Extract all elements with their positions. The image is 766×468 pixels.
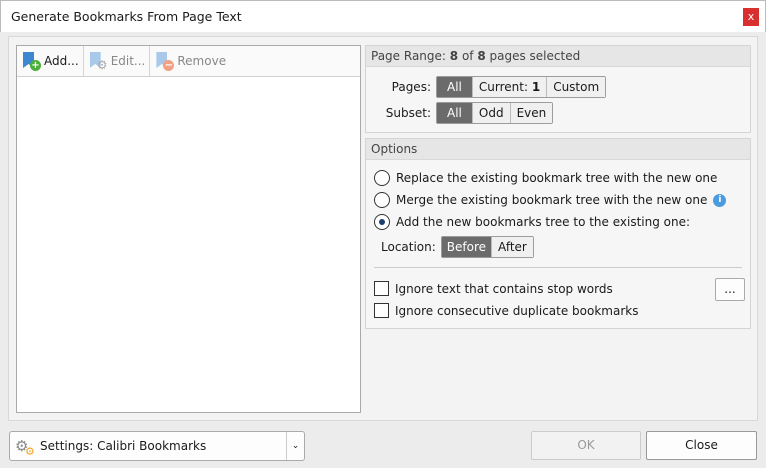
location-label: Location: bbox=[381, 240, 436, 254]
subset-label: Subset: bbox=[385, 106, 431, 120]
chevron-down-icon[interactable]: ⌄ bbox=[286, 432, 304, 460]
edit-button[interactable]: ⚙ Edit... bbox=[84, 46, 151, 76]
divider bbox=[374, 267, 742, 268]
options-group: Options Replace the existing bookmark tr… bbox=[365, 138, 751, 329]
subset-selector: All Odd Even bbox=[436, 102, 554, 124]
replace-radio[interactable]: Replace the existing bookmark tree with … bbox=[374, 170, 717, 186]
checkbox-icon[interactable] bbox=[374, 303, 389, 318]
subset-all[interactable]: All bbox=[437, 103, 473, 123]
page-range-group: Page Range: 8 of 8 pages selected Pages:… bbox=[365, 45, 751, 133]
edit-bookmark-icon: ⚙ bbox=[88, 50, 108, 72]
settings-label: Settings: Calibri Bookmarks bbox=[40, 439, 207, 453]
add-bookmark-icon: + bbox=[21, 50, 41, 72]
settings-dropdown[interactable]: ⚙ ⚙ Settings: Calibri Bookmarks ⌄ bbox=[9, 431, 305, 461]
remove-label: Remove bbox=[177, 54, 227, 68]
duplicates-checkbox[interactable]: Ignore consecutive duplicate bookmarks bbox=[374, 303, 638, 318]
radio-icon[interactable] bbox=[374, 192, 390, 208]
page-range-header: Page Range: 8 of 8 pages selected bbox=[366, 46, 750, 67]
add-label: Add... bbox=[44, 54, 79, 68]
location-before[interactable]: Before bbox=[441, 237, 493, 257]
radio-icon[interactable] bbox=[374, 214, 390, 230]
subset-odd[interactable]: Odd bbox=[472, 103, 511, 123]
options-header: Options bbox=[366, 139, 750, 160]
close-window-button[interactable]: x bbox=[743, 8, 759, 26]
add-button[interactable]: + Add... bbox=[17, 46, 84, 76]
merge-radio[interactable]: Merge the existing bookmark tree with th… bbox=[374, 192, 727, 208]
radio-icon[interactable] bbox=[374, 170, 390, 186]
pages-label: Pages: bbox=[391, 80, 431, 94]
subset-even[interactable]: Even bbox=[510, 103, 553, 123]
title-bar: Generate Bookmarks From Page Text x bbox=[0, 0, 766, 32]
location-after[interactable]: After bbox=[492, 237, 533, 257]
pages-custom[interactable]: Custom bbox=[547, 77, 606, 97]
ok-button[interactable]: OK bbox=[531, 431, 641, 460]
stop-words-button[interactable]: ... bbox=[715, 278, 745, 301]
remove-button[interactable]: − Remove bbox=[150, 46, 230, 76]
checkbox-icon[interactable] bbox=[374, 281, 389, 296]
window-title: Generate Bookmarks From Page Text bbox=[11, 9, 242, 24]
pages-all[interactable]: All bbox=[437, 77, 473, 97]
location-selector: Before After bbox=[440, 236, 534, 258]
info-icon[interactable]: i bbox=[713, 193, 727, 207]
pages-selector: All Current: 1 Custom bbox=[436, 76, 607, 98]
stop-words-checkbox[interactable]: Ignore text that contains stop words bbox=[374, 281, 613, 296]
edit-label: Edit... bbox=[110, 54, 146, 68]
bookmark-toolbar: + Add... ⚙ Edit... − Remove bbox=[17, 46, 360, 77]
add-radio[interactable]: Add the new bookmarks tree to the existi… bbox=[374, 214, 690, 230]
remove-bookmark-icon: − bbox=[154, 50, 175, 72]
bookmark-list[interactable]: + Add... ⚙ Edit... − Remove bbox=[16, 45, 361, 413]
settings-gear-icon: ⚙ ⚙ bbox=[15, 437, 35, 458]
pages-current[interactable]: Current: 1 bbox=[472, 77, 548, 97]
close-button[interactable]: Close bbox=[646, 431, 757, 460]
